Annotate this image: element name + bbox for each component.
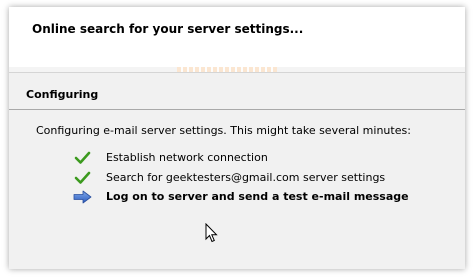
mouse-pointer-icon [205,222,219,243]
checkmark-icon [73,170,93,186]
dialog-header: Online search for your server settings..… [9,7,465,70]
step-label: Establish network connection [106,151,268,164]
section-title: Configuring [26,88,99,101]
dialog-window: Online search for your server settings..… [9,7,465,269]
checkmark-icon [73,150,93,166]
configuring-panel: Configuring Configuring e-mail server se… [9,72,465,269]
section-divider [9,109,465,110]
header-title: Online search for your server settings..… [32,22,304,36]
step-label: Search for geektesters@gmail.com server … [106,171,386,184]
arrow-right-icon [73,189,93,205]
status-message: Configuring e-mail server settings. This… [36,124,411,137]
step-label: Log on to server and send a test e-mail … [106,190,409,203]
